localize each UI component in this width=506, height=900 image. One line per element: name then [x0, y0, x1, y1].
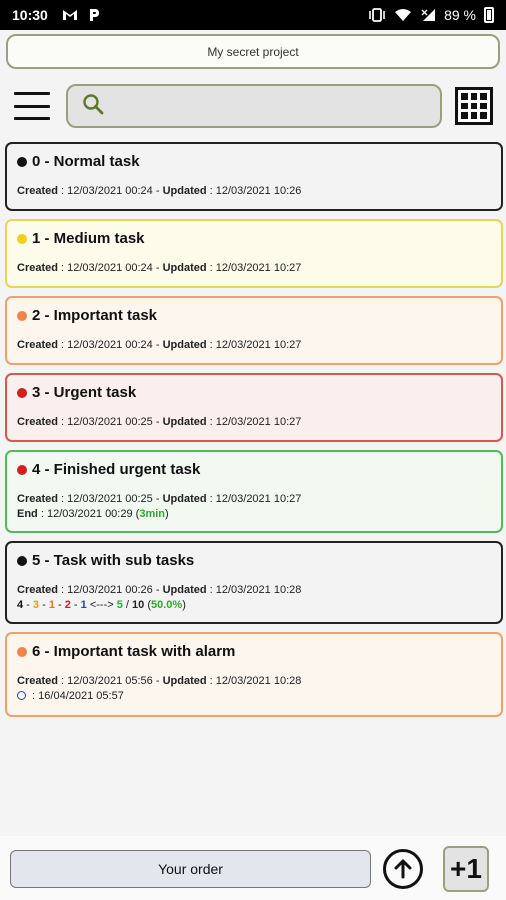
task-title: 2 - Important task: [32, 307, 158, 324]
project-name: My secret project: [207, 44, 299, 59]
subtask-summary: 4 - 3 - 1 - 2 - 1 <---> 5 / 10 (50.0%): [17, 599, 186, 611]
task-card[interactable]: 6 - Important task with alarm Created : …: [5, 632, 503, 717]
task-updated: 12/03/2021 10:26: [215, 185, 302, 197]
task-card[interactable]: 1 - Medium task Created : 12/03/2021 00:…: [5, 219, 503, 288]
priority-dot-icon: [17, 555, 27, 566]
task-created: 12/03/2021 00:25: [67, 416, 153, 428]
task-updated: 12/03/2021 10:27: [215, 262, 302, 274]
task-created: 12/03/2021 00:26: [67, 584, 153, 596]
task-alarm: 16/04/2021 05:57: [38, 690, 124, 702]
battery-text: 89 %: [444, 7, 476, 23]
task-duration: 3min: [139, 508, 166, 520]
priority-dot-icon: [17, 310, 27, 321]
task-title: 6 - Important task with alarm: [32, 643, 236, 660]
scroll-up-icon[interactable]: [383, 849, 423, 889]
task-end: 12/03/2021 00:29: [46, 508, 133, 520]
status-time: 10:30: [12, 7, 48, 23]
task-updated: 12/03/2021 10:28: [215, 584, 302, 596]
priority-dot-icon: [17, 387, 27, 398]
gmail-icon: [62, 7, 78, 23]
toolbar: [0, 82, 506, 130]
bottom-bar: Your order +1: [0, 836, 506, 900]
task-card[interactable]: 0 - Normal task Created : 12/03/2021 00:…: [5, 142, 503, 211]
task-updated: 12/03/2021 10:27: [215, 339, 302, 351]
task-created: 12/03/2021 00:24: [67, 339, 153, 351]
task-title: 0 - Normal task: [32, 153, 140, 170]
project-selector[interactable]: My secret project: [6, 34, 500, 69]
your-order-button[interactable]: Your order: [10, 850, 371, 888]
task-updated: 12/03/2021 10:27: [215, 416, 302, 428]
task-created: 12/03/2021 05:56: [67, 675, 153, 687]
search-input[interactable]: [112, 97, 440, 115]
task-title: 5 - Task with sub tasks: [32, 552, 195, 569]
task-card[interactable]: 5 - Task with sub tasks Created : 12/03/…: [5, 541, 503, 624]
wifi-icon: [394, 7, 412, 23]
grid-view-icon[interactable]: [455, 87, 493, 125]
priority-dot-icon: [17, 646, 27, 657]
add-task-button[interactable]: +1: [443, 846, 489, 892]
signal-icon: [420, 7, 436, 23]
task-updated: 12/03/2021 10:28: [215, 675, 302, 687]
alarm-clock-icon: [17, 691, 26, 700]
status-bar: 10:30 89 %: [0, 0, 506, 30]
battery-icon: [484, 7, 494, 23]
search-icon: [82, 93, 104, 120]
hamburger-menu-icon[interactable]: [14, 92, 50, 120]
task-card[interactable]: 3 - Urgent task Created : 12/03/2021 00:…: [5, 373, 503, 442]
vibrate-icon: [368, 7, 386, 23]
p-app-icon: [88, 7, 100, 23]
task-created: 12/03/2021 00:24: [67, 262, 153, 274]
task-title: 3 - Urgent task: [32, 384, 137, 401]
priority-dot-icon: [17, 464, 27, 475]
priority-dot-icon: [17, 233, 27, 244]
task-updated: 12/03/2021 10:27: [215, 493, 302, 505]
task-title: 1 - Medium task: [32, 230, 145, 247]
task-created: 12/03/2021 00:24: [67, 185, 153, 197]
task-created: 12/03/2021 00:25: [67, 493, 153, 505]
task-list: 0 - Normal task Created : 12/03/2021 00:…: [5, 142, 503, 725]
task-title: 4 - Finished urgent task: [32, 461, 201, 478]
search-bar[interactable]: [66, 84, 442, 128]
task-card[interactable]: 2 - Important task Created : 12/03/2021 …: [5, 296, 503, 365]
task-card[interactable]: 4 - Finished urgent task Created : 12/03…: [5, 450, 503, 533]
priority-dot-icon: [17, 156, 27, 167]
